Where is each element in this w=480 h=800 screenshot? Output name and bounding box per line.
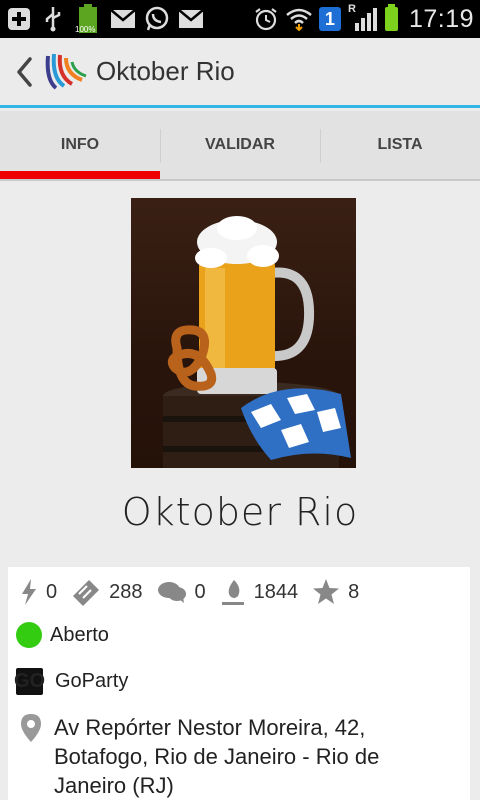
network-badge-icon: 1 xyxy=(318,7,341,31)
tab-bar: INFO VALIDAR LISTA xyxy=(0,111,480,181)
usb-icon xyxy=(40,6,66,32)
stat-value: 1844 xyxy=(253,580,299,603)
status-row: Aberto xyxy=(16,622,109,648)
tab-label: INFO xyxy=(60,136,100,153)
stat-value: 0 xyxy=(194,580,206,603)
status-dot-icon xyxy=(16,622,42,648)
stat-lightning: 0 xyxy=(20,578,57,606)
star-icon xyxy=(313,579,340,604)
stat-flame: 1844 xyxy=(220,578,299,606)
stat-comments: 0 xyxy=(157,580,206,604)
organizer-row[interactable]: GO GoParty xyxy=(13,668,129,695)
goparty-logo-icon: GO xyxy=(13,668,46,695)
page-title: Oktober Rio xyxy=(96,56,235,86)
tab-info[interactable]: INFO xyxy=(0,111,160,179)
wifi-icon xyxy=(286,6,312,32)
action-bar: Oktober Rio xyxy=(0,38,480,108)
roaming-label: R xyxy=(347,3,356,15)
chevron-left-icon xyxy=(17,56,32,87)
comments-icon xyxy=(157,582,186,603)
status-bar-notifications: 100% xyxy=(6,4,204,34)
event-info-card: 0 288 0 1844 8 Aberto GO GoParty Av Repó… xyxy=(8,567,470,800)
battery-icon xyxy=(384,4,398,31)
tab-label: VALIDAR xyxy=(205,136,275,153)
tab-label: LISTA xyxy=(377,136,423,153)
location-pin-icon xyxy=(21,714,41,742)
status-label: Aberto xyxy=(50,623,109,646)
alarm-icon xyxy=(253,6,279,32)
event-address[interactable]: Av Repórter Nestor Moreira, 42, Botafogo… xyxy=(54,713,454,800)
gmail-icon xyxy=(110,6,136,32)
ticket-icon xyxy=(73,580,100,606)
status-bar: 100% 1 R 17:19 xyxy=(0,0,480,38)
goparty-logo-text: GO xyxy=(13,670,46,692)
app-logo-icon[interactable] xyxy=(44,50,88,94)
tab-lista[interactable]: LISTA xyxy=(320,111,480,179)
back-button[interactable] xyxy=(4,37,44,107)
flame-icon xyxy=(221,580,244,605)
event-name: Oktober Rio xyxy=(121,490,359,534)
event-image[interactable] xyxy=(131,198,356,468)
whatsapp-icon xyxy=(144,6,170,32)
tab-validar[interactable]: VALIDAR xyxy=(160,111,320,179)
organizer-name: GoParty xyxy=(55,670,129,692)
clock: 17:19 xyxy=(408,4,474,33)
stats-row: 0 288 0 1844 8 xyxy=(20,577,373,607)
stat-value: 0 xyxy=(46,580,58,603)
lightning-icon xyxy=(22,579,36,605)
status-bar-system: 1 R 17:19 xyxy=(253,3,474,34)
gmail-icon xyxy=(178,6,204,32)
add-icon xyxy=(6,6,32,32)
stat-value: 288 xyxy=(109,580,143,603)
stat-value: 8 xyxy=(348,580,360,603)
stat-tickets: 288 xyxy=(71,578,143,606)
battery-percent-label: 100% xyxy=(75,25,96,34)
battery-full-icon: 100% xyxy=(74,4,102,34)
signal-icon: R xyxy=(347,3,378,32)
stat-star: 8 xyxy=(312,578,359,606)
